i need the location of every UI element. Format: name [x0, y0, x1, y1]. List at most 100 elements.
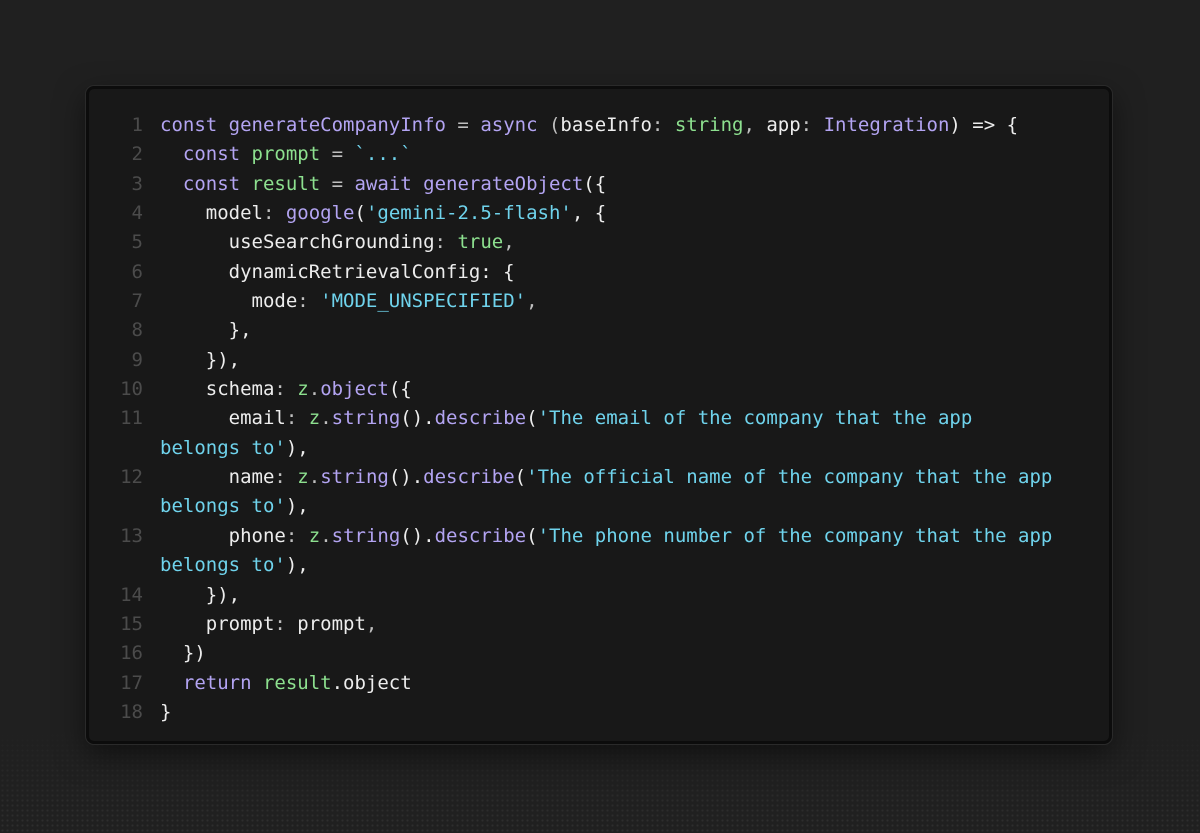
line-number: 5	[131, 231, 143, 254]
code-token: generateCompanyInfo	[228, 114, 446, 136]
code-token: }),	[160, 348, 241, 371]
line-number: 15	[120, 612, 143, 635]
code-token: schema	[160, 378, 275, 401]
code-token: :	[297, 290, 321, 313]
code-token: const	[160, 172, 252, 195]
code-token: z	[308, 407, 321, 430]
code-token: describe	[434, 524, 527, 547]
code-token: `...`	[354, 143, 412, 166]
code-token: :	[262, 202, 286, 225]
line-code: })	[160, 639, 1090, 668]
line-number: 11	[120, 407, 143, 430]
code-token: z	[308, 524, 321, 547]
line-code: return result.object	[160, 669, 1090, 698]
code-token: =	[445, 114, 481, 136]
code-token: :	[285, 407, 309, 430]
code-token: ),	[285, 436, 309, 459]
code-token: const	[160, 143, 252, 166]
line-number	[89, 551, 143, 580]
code-token: true	[457, 231, 504, 254]
line-number: 4	[131, 202, 143, 225]
line-code: model: google('gemini-2.5-flash', {	[160, 199, 1090, 228]
code-token: =	[320, 143, 355, 166]
code-token: phone	[160, 524, 286, 547]
code-token: result	[251, 172, 321, 195]
code-line: 17 return result.object	[89, 669, 1109, 698]
code-token: string	[331, 524, 401, 547]
code-token: (	[537, 114, 561, 136]
line-code: belongs to'),	[160, 551, 1090, 580]
line-code: useSearchGrounding: true,	[160, 228, 1090, 257]
code-token: ,	[503, 231, 515, 254]
line-code: },	[160, 316, 1090, 345]
code-token: :	[800, 114, 824, 136]
code-line: 16 })	[89, 639, 1109, 668]
line-code: }),	[160, 581, 1090, 610]
code-token: 'MODE_UNSPECIFIED'	[320, 290, 527, 313]
code-token: .object	[331, 671, 412, 694]
code-token: z	[297, 466, 309, 489]
code-token: 'The email of the company that the app	[537, 407, 973, 430]
code-token: belongs to'	[160, 495, 286, 518]
code-line: 13 phone: z.string().describe('The phone…	[89, 522, 1109, 551]
code-line: 9 }),	[89, 346, 1109, 375]
code-line: belongs to'),	[89, 492, 1109, 521]
code-line: belongs to'),	[89, 551, 1109, 580]
code-token: })	[160, 642, 206, 665]
code-token: (	[514, 466, 527, 489]
code-token: result	[262, 671, 332, 694]
code-token: .	[320, 524, 332, 547]
code-token: :	[274, 378, 298, 401]
line-number: 14	[120, 583, 143, 606]
code-line: belongs to'),	[89, 434, 1109, 463]
line-number: 6	[131, 260, 143, 283]
code-token: .	[308, 378, 321, 401]
line-number: 8	[131, 319, 143, 342]
code-token: await	[354, 172, 424, 195]
line-number: 2	[131, 143, 143, 166]
code-line: 10 schema: z.object({	[89, 375, 1109, 404]
code-line: 6 dynamicRetrievalConfig: {	[89, 258, 1109, 287]
line-number: 7	[131, 290, 143, 313]
code-token: useSearchGrounding	[160, 231, 435, 254]
code-token: : {	[480, 260, 515, 283]
code-token: 'gemini-2.5-flash'	[365, 202, 572, 225]
code-token: ,	[743, 114, 767, 136]
code-token: baseInfo	[560, 114, 652, 136]
line-number: 9	[131, 348, 143, 371]
line-code: const prompt = `...`	[160, 140, 1090, 169]
code-token: object	[320, 378, 389, 401]
code-token: dynamicRetrievalConfig	[160, 260, 481, 283]
code-token: model	[160, 202, 263, 225]
code-token: .	[320, 407, 332, 430]
line-number: 1	[131, 114, 143, 136]
code-line: 7 mode: 'MODE_UNSPECIFIED',	[89, 287, 1109, 316]
code-token: ,	[365, 612, 378, 635]
code-token: 'The phone number of the company that th…	[537, 524, 1053, 547]
code-token: prompt	[297, 612, 366, 635]
line-number: 17	[120, 671, 143, 694]
line-code: const generateCompanyInfo = async (baseI…	[160, 111, 1090, 140]
line-code: dynamicRetrievalConfig: {	[160, 258, 1090, 287]
code-token: string	[674, 114, 744, 136]
code-token: prompt	[251, 143, 321, 166]
line-code: schema: z.object({	[160, 375, 1090, 404]
code-token: (	[354, 202, 366, 225]
code-line: 11 email: z.string().describe('The email…	[89, 404, 1109, 433]
code-line: 12 name: z.string().describe('The offici…	[89, 463, 1109, 492]
line-number	[89, 434, 143, 463]
code-token: return	[160, 671, 263, 694]
code-token: belongs to'	[160, 554, 286, 577]
code-line: 5 useSearchGrounding: true,	[89, 228, 1109, 257]
line-code: name: z.string().describe('The official …	[160, 463, 1090, 492]
code-token: prompt	[160, 612, 275, 635]
line-number: 12	[120, 466, 143, 489]
line-number: 3	[131, 172, 143, 195]
code-token: mode	[160, 290, 298, 313]
code-line: 14 }),	[89, 581, 1109, 610]
code-token: (	[526, 524, 538, 547]
code-token: :	[274, 466, 298, 489]
code-line: 18}	[89, 698, 1109, 727]
code-window: 1 const generateCompanyInfo = async (base…	[86, 86, 1112, 744]
code-token: =	[320, 172, 355, 195]
